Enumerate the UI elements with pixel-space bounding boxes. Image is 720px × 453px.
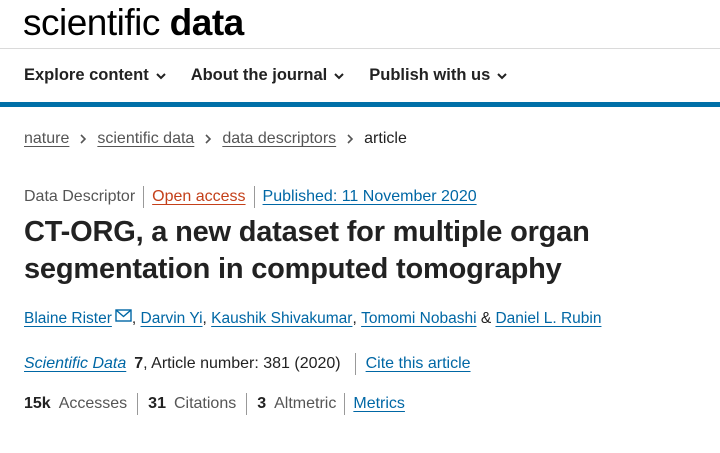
chevron-down-icon [497, 72, 507, 79]
chevron-down-icon [155, 72, 166, 79]
published-date-link[interactable]: Published: 11 November 2020 [263, 188, 477, 206]
author-link[interactable]: Blaine Rister [24, 310, 112, 328]
article-title: CT-ORG, a new dataset for multiple organ… [24, 216, 590, 285]
logo-light-text: scientific [23, 2, 160, 43]
nav-explore-content[interactable]: Explore content [24, 66, 167, 85]
article-type: Data Descriptor [24, 188, 136, 205]
chevron-right-icon [205, 134, 212, 144]
email-icon[interactable] [115, 309, 132, 322]
breadcrumb-data-descriptors[interactable]: data descriptors [222, 130, 336, 148]
nav-item-label: Publish with us [369, 66, 491, 84]
cite-article-link[interactable]: Cite this article [366, 355, 471, 373]
nav-publish-with-us[interactable]: Publish with us [369, 66, 508, 85]
logo-bold-text: data [169, 2, 245, 43]
divider [246, 393, 248, 415]
author-link[interactable]: Darvin Yi [141, 310, 203, 328]
citations-count: 31 [148, 395, 166, 412]
main-nav: Explore content About the journal Publis… [24, 66, 532, 85]
citation-details: , Article number: 381 (2020) [143, 355, 341, 372]
journal-link[interactable]: Scientific Data [24, 355, 126, 373]
author-link[interactable]: Daniel L. Rubin [495, 310, 601, 328]
author-separator: , [352, 309, 357, 327]
author-separator: , [202, 309, 207, 327]
author-separator: , [131, 309, 137, 327]
chevron-right-icon [347, 134, 354, 144]
accent-bar [0, 102, 720, 107]
divider [253, 186, 255, 208]
article-meta: Data Descriptor Open access Published: 1… [24, 186, 477, 208]
citation-line: Scientific Data 7 , Article number: 381 … [24, 353, 471, 375]
author-link[interactable]: Tomomi Nobashi [361, 310, 476, 328]
divider [344, 393, 346, 415]
open-access-link[interactable]: Open access [152, 188, 245, 206]
accesses-label: Accesses [58, 395, 128, 412]
nav-about-journal[interactable]: About the journal [191, 66, 346, 85]
divider [143, 186, 145, 208]
author-list: Blaine Rister , Darvin Yi , Kaushik Shiv… [24, 309, 601, 328]
breadcrumb-current: article [364, 130, 407, 147]
breadcrumb: nature scientific data data descriptors … [24, 130, 407, 148]
accesses-count: 15k [24, 395, 51, 412]
altmetric-label: Altmetric [274, 395, 337, 412]
altmetric-score: 3 [257, 395, 267, 412]
volume-number: 7 [134, 355, 144, 372]
citations-label: Citations [173, 395, 237, 412]
nav-item-label: Explore content [24, 66, 149, 84]
chevron-right-icon [80, 134, 87, 144]
divider [137, 393, 139, 415]
metrics-bar: 15k Accesses 31 Citations 3 Altmetric Me… [24, 393, 405, 415]
author-ampersand: & [480, 309, 492, 327]
divider [354, 353, 356, 375]
breadcrumb-scientific-data[interactable]: scientific data [97, 130, 194, 148]
metrics-link[interactable]: Metrics [353, 395, 405, 413]
header-divider [0, 48, 720, 49]
breadcrumb-nature[interactable]: nature [24, 130, 69, 148]
author-link[interactable]: Kaushik Shivakumar [211, 310, 352, 328]
nav-item-label: About the journal [190, 66, 328, 84]
site-logo[interactable]: scientific data [23, 2, 244, 44]
chevron-down-icon [334, 72, 344, 79]
